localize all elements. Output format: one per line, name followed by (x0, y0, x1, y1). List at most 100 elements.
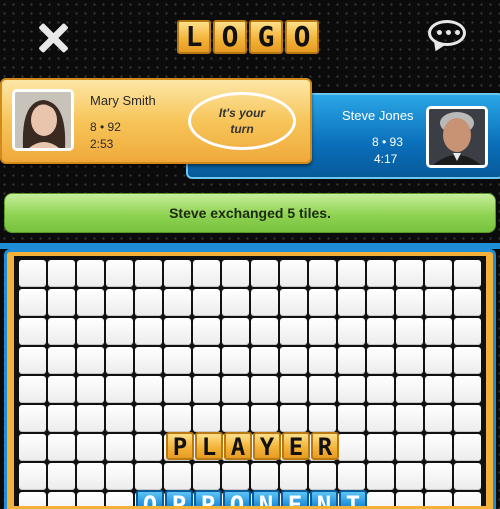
board-cell[interactable] (48, 434, 75, 461)
player-letter-tile[interactable]: P (166, 432, 194, 460)
board-cell[interactable] (106, 405, 133, 432)
board-cell[interactable] (280, 376, 307, 403)
board-cell[interactable] (222, 318, 249, 345)
board-cell[interactable] (135, 434, 162, 461)
board-cell[interactable] (193, 463, 220, 490)
board-cell[interactable] (222, 463, 249, 490)
board-cell[interactable] (425, 289, 452, 316)
board-cell[interactable] (164, 463, 191, 490)
board-cell[interactable] (164, 405, 191, 432)
board-cell[interactable] (425, 492, 452, 506)
board-cell[interactable] (309, 260, 336, 287)
game-board[interactable]: PLAYER OPPONENT (14, 256, 486, 506)
board-cell[interactable] (280, 347, 307, 374)
board-cell[interactable] (309, 347, 336, 374)
board-cell[interactable] (454, 289, 481, 316)
board-cell[interactable] (222, 260, 249, 287)
board-cell[interactable] (106, 434, 133, 461)
board-cell[interactable] (338, 463, 365, 490)
board-cell[interactable] (222, 376, 249, 403)
board-cell[interactable] (367, 463, 394, 490)
board-cell[interactable] (48, 463, 75, 490)
board-cell[interactable] (367, 289, 394, 316)
board-cell[interactable] (338, 260, 365, 287)
board-cell[interactable] (135, 260, 162, 287)
board-cell[interactable] (164, 318, 191, 345)
board-cell[interactable] (135, 289, 162, 316)
board-cell[interactable] (280, 260, 307, 287)
board-cell[interactable] (135, 347, 162, 374)
board-cell[interactable] (77, 434, 104, 461)
board-cell[interactable] (338, 434, 365, 461)
board-cell[interactable] (222, 405, 249, 432)
player-letter-tile[interactable]: A (224, 432, 252, 460)
board-cell[interactable] (106, 463, 133, 490)
board-cell[interactable] (367, 434, 394, 461)
board-cell[interactable] (48, 405, 75, 432)
board-cell[interactable] (106, 347, 133, 374)
board-cell[interactable] (309, 405, 336, 432)
board-cell[interactable] (19, 463, 46, 490)
board-cell[interactable] (425, 434, 452, 461)
opponent-word[interactable]: OPPONENT (136, 490, 367, 506)
board-cell[interactable] (48, 289, 75, 316)
board-cell[interactable] (106, 376, 133, 403)
board-cell[interactable] (19, 318, 46, 345)
board-cell[interactable] (309, 318, 336, 345)
board-cell[interactable] (454, 260, 481, 287)
board-cell[interactable] (367, 376, 394, 403)
board-cell[interactable] (251, 260, 278, 287)
board-cell[interactable] (19, 289, 46, 316)
board-cell[interactable] (251, 405, 278, 432)
board-cell[interactable] (135, 463, 162, 490)
board-cell[interactable] (280, 405, 307, 432)
board-cell[interactable] (77, 347, 104, 374)
board-cell[interactable] (77, 405, 104, 432)
board-cell[interactable] (48, 260, 75, 287)
player-letter-tile[interactable]: R (311, 432, 339, 460)
board-cell[interactable] (19, 434, 46, 461)
board-cell[interactable] (309, 463, 336, 490)
board-cell[interactable] (396, 289, 423, 316)
board-cell[interactable] (338, 347, 365, 374)
board-cell[interactable] (251, 463, 278, 490)
board-cell[interactable] (338, 289, 365, 316)
board-cell[interactable] (454, 376, 481, 403)
board-cell[interactable] (454, 463, 481, 490)
board-cell[interactable] (19, 492, 46, 506)
board-cell[interactable] (251, 318, 278, 345)
board-cell[interactable] (367, 260, 394, 287)
board-cell[interactable] (19, 260, 46, 287)
board-cell[interactable] (396, 405, 423, 432)
board-cell[interactable] (338, 376, 365, 403)
player-letter-tile[interactable]: L (195, 432, 223, 460)
board-cell[interactable] (396, 376, 423, 403)
board-cell[interactable] (454, 318, 481, 345)
board-cell[interactable] (280, 289, 307, 316)
board-cell[interactable] (164, 347, 191, 374)
board-cell[interactable] (193, 376, 220, 403)
board-cell[interactable] (425, 318, 452, 345)
board-cell[interactable] (338, 405, 365, 432)
board-cell[interactable] (425, 376, 452, 403)
board-cell[interactable] (164, 376, 191, 403)
board-cell[interactable] (135, 318, 162, 345)
board-cell[interactable] (396, 260, 423, 287)
board-cell[interactable] (77, 492, 104, 506)
board-cell[interactable] (19, 347, 46, 374)
board-cell[interactable] (425, 405, 452, 432)
board-cell[interactable] (48, 318, 75, 345)
board-cell[interactable] (135, 376, 162, 403)
board-cell[interactable] (251, 376, 278, 403)
board-cell[interactable] (193, 260, 220, 287)
board-cell[interactable] (425, 347, 452, 374)
board-cell[interactable] (280, 318, 307, 345)
board-cell[interactable] (367, 405, 394, 432)
player-word[interactable]: PLAYER (166, 432, 339, 460)
board-cell[interactable] (106, 492, 133, 506)
board-cell[interactable] (19, 376, 46, 403)
board-cell[interactable] (396, 463, 423, 490)
board-cell[interactable] (222, 289, 249, 316)
board-cell[interactable] (338, 318, 365, 345)
board-grid[interactable] (14, 256, 486, 506)
